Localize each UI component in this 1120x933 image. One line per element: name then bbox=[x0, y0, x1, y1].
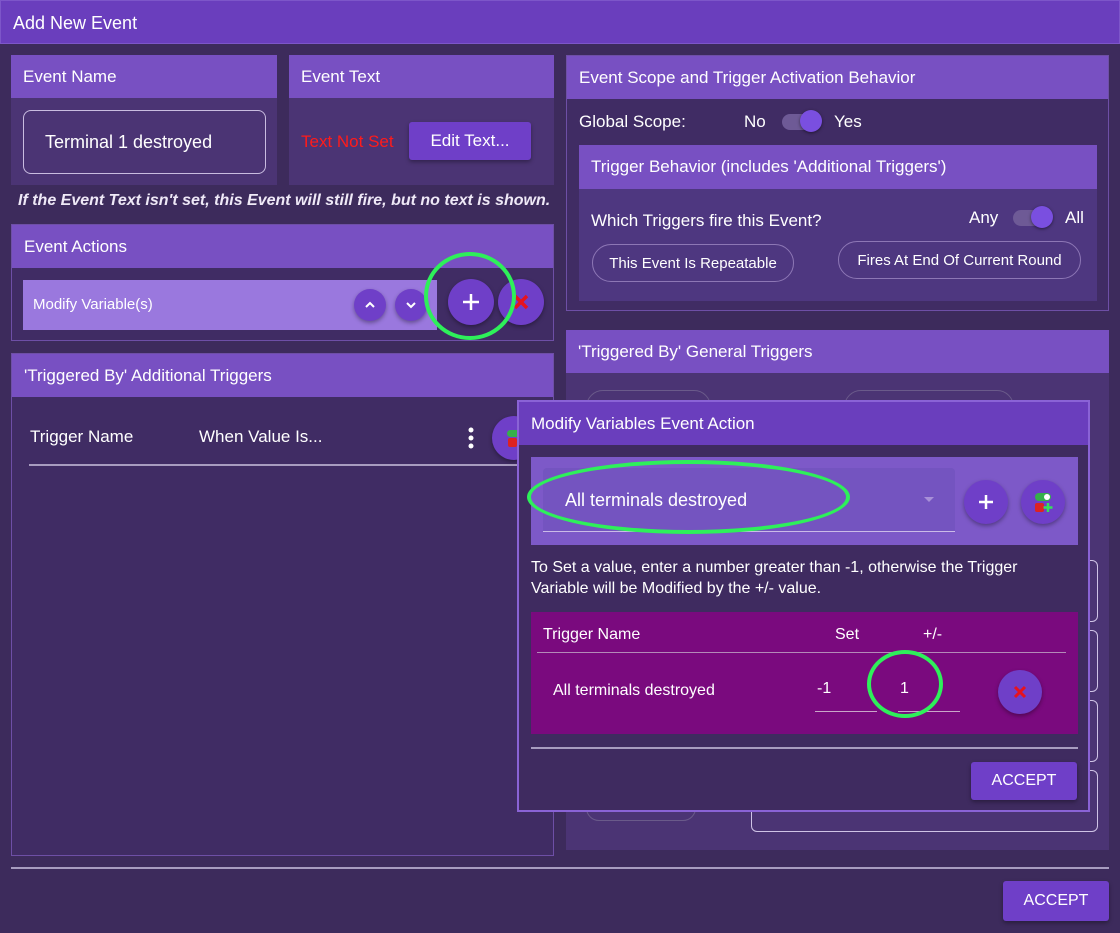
global-scope-yes: Yes bbox=[834, 112, 862, 131]
add-button-highlight bbox=[424, 252, 516, 340]
col-when-value: When Value Is... bbox=[199, 427, 323, 446]
more-vert-icon[interactable] bbox=[466, 426, 476, 450]
event-action-label: Modify Variable(s) bbox=[33, 296, 153, 313]
accept-button[interactable]: ACCEPT bbox=[1003, 881, 1109, 921]
footer-divider bbox=[11, 867, 1109, 869]
set-value: -1 bbox=[817, 680, 832, 697]
trigger-behavior-question: Which Triggers fire this Event? bbox=[591, 211, 822, 230]
event-text-note: If the Event Text isn't set, this Event … bbox=[18, 192, 551, 209]
move-up-button[interactable] bbox=[354, 289, 386, 321]
modal-help-text: To Set a value, enter a number greater t… bbox=[531, 559, 1018, 597]
trigger-any-label: Any bbox=[969, 208, 999, 227]
event-name-heading: Event Name bbox=[11, 55, 277, 98]
scope-panel: Event Scope and Trigger Activation Behav… bbox=[566, 55, 1109, 311]
add-variable-button[interactable] bbox=[964, 480, 1008, 524]
col-delta: +/- bbox=[923, 626, 943, 643]
repeatable-chip[interactable]: This Event Is Repeatable bbox=[592, 244, 794, 282]
edit-text-button[interactable]: Edit Text... bbox=[409, 122, 531, 160]
global-scope-toggle-knob bbox=[800, 110, 822, 132]
chevron-down-icon bbox=[406, 302, 416, 309]
delta-highlight bbox=[867, 650, 943, 718]
dropdown-arrow-icon bbox=[924, 497, 934, 502]
modify-variables-table: Trigger Name Set +/- All terminals destr… bbox=[531, 612, 1078, 734]
trigger-behavior-heading: Trigger Behavior (includes 'Additional T… bbox=[579, 145, 1097, 189]
global-scope-label: Global Scope: bbox=[579, 112, 686, 131]
event-text-status: Text Not Set bbox=[301, 132, 394, 151]
col-trigger-name: Trigger Name bbox=[543, 626, 641, 643]
event-name-field[interactable]: Terminal 1 destroyed bbox=[23, 110, 266, 174]
modal-title: Modify Variables Event Action bbox=[519, 402, 1088, 445]
global-scope-no: No bbox=[744, 112, 766, 131]
plus-icon bbox=[979, 495, 993, 509]
event-name-panel: Event Name Terminal 1 destroyed bbox=[11, 55, 277, 185]
general-triggers-heading: 'Triggered By' General Triggers bbox=[566, 330, 1109, 373]
chevron-up-icon bbox=[365, 301, 375, 308]
delete-row-button[interactable] bbox=[998, 670, 1042, 714]
move-down-button[interactable] bbox=[395, 289, 427, 321]
trigger-all-label: All bbox=[1065, 208, 1084, 227]
event-text-heading: Event Text bbox=[289, 55, 554, 98]
modal-divider bbox=[531, 747, 1078, 749]
trigger-behavior-panel: Trigger Behavior (includes 'Additional T… bbox=[579, 145, 1097, 301]
col-set: Set bbox=[835, 626, 860, 643]
end-of-round-chip[interactable]: Fires At End Of Current Round bbox=[838, 241, 1081, 279]
additional-triggers-panel: 'Triggered By' Additional Triggers Trigg… bbox=[11, 353, 554, 856]
modal-accept-button[interactable]: ACCEPT bbox=[971, 762, 1077, 800]
event-text-panel: Event Text Text Not Set Edit Text... bbox=[289, 55, 554, 185]
toggle-variable-icon bbox=[1035, 493, 1053, 512]
scope-heading: Event Scope and Trigger Activation Behav… bbox=[567, 56, 1108, 99]
table-header-divider bbox=[537, 652, 1066, 653]
row-trigger-name: All terminals destroyed bbox=[553, 682, 715, 699]
col-trigger-name: Trigger Name bbox=[30, 427, 134, 446]
select-highlight bbox=[527, 460, 850, 534]
close-icon bbox=[1013, 685, 1027, 699]
additional-triggers-heading: 'Triggered By' Additional Triggers bbox=[12, 354, 553, 397]
modify-variables-modal: Modify Variables Event Action All termin… bbox=[517, 400, 1090, 812]
new-trigger-variable-button[interactable] bbox=[1021, 480, 1065, 524]
additional-triggers-divider bbox=[29, 464, 519, 466]
trigger-any-all-toggle-knob bbox=[1031, 206, 1053, 228]
window-title: Add New Event bbox=[0, 0, 1120, 44]
